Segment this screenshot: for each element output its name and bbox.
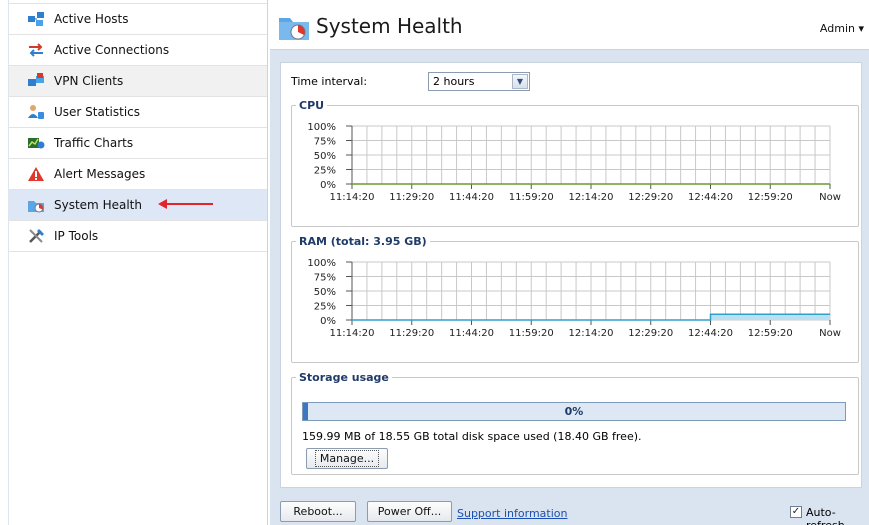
auto-refresh-label: Auto-refresh	[806, 506, 845, 525]
user-statistics-icon	[27, 103, 45, 121]
y-tick-label: 50%	[314, 151, 336, 162]
x-tick-label: 12:29:20	[628, 328, 673, 339]
chevron-down-icon[interactable]: ▼	[512, 74, 528, 89]
sidebar-item-label: System Health	[54, 198, 142, 212]
storage-legend: Storage usage	[299, 371, 389, 384]
sidebar-item-label: Alert Messages	[54, 167, 146, 181]
main-content: System Health Admin ▾ Time interval: 2 h…	[270, 0, 869, 525]
vpn-clients-icon	[27, 72, 45, 90]
y-tick-label: 100%	[307, 122, 336, 133]
sidebar-item-active-hosts[interactable]: Active Hosts	[9, 4, 267, 35]
user-menu[interactable]: Admin ▾	[820, 22, 864, 35]
system-health-icon	[279, 18, 309, 40]
sidebar-item-label: IP Tools	[54, 229, 99, 243]
sidebar-item-system-health[interactable]: System Health	[9, 190, 267, 221]
x-tick-label: 11:44:20	[449, 192, 494, 203]
sidebar-item-label: User Statistics	[54, 105, 141, 119]
traffic-charts-icon	[27, 134, 45, 152]
reboot-button-label: Reboot...	[293, 505, 343, 518]
x-tick-label: 12:14:20	[569, 328, 614, 339]
ram-chart: 100% 75% 50% 25% 0%11:14:20 11:29:20 11:44:20 1…	[307, 258, 841, 339]
annotation-arrow-icon	[158, 199, 213, 209]
x-tick-label: 11:59:20	[509, 328, 554, 339]
page-title: System Health	[316, 14, 463, 38]
sidebar-nav: Active Hosts Active Connections VPN Clie…	[8, 0, 268, 525]
x-tick-label: 11:29:20	[389, 328, 434, 339]
sidebar-item-label: Active Hosts	[54, 12, 129, 26]
time-interval-label: Time interval:	[291, 75, 368, 88]
storage-percent: 0%	[564, 405, 584, 418]
connections-arrows-icon	[27, 41, 45, 59]
ram-group: RAM (total: 3.95 GB) 100% 75% 50% 25% 0% 11:1…	[291, 235, 859, 363]
time-interval-value: 2 hours	[433, 75, 475, 88]
sidebar-item-alert-messages[interactable]: Alert Messages	[9, 159, 267, 190]
y-tick-label: 0%	[320, 316, 336, 327]
sidebar-item-ip-tools[interactable]: IP Tools	[9, 221, 267, 252]
page-header: System Health Admin ▾	[270, 0, 869, 50]
sidebar-item-vpn-clients[interactable]: VPN Clients	[9, 66, 267, 97]
x-tick-label: 11:14:20	[330, 192, 375, 203]
y-tick-label: 25%	[314, 302, 336, 313]
x-tick-label: 11:44:20	[449, 328, 494, 339]
manage-button-label: Manage...	[314, 450, 380, 467]
x-tick-label: 11:59:20	[509, 192, 554, 203]
y-tick-label: 75%	[314, 137, 336, 148]
support-information-link[interactable]: Support information	[457, 507, 567, 520]
y-tick-label: 75%	[314, 273, 336, 284]
alert-warning-icon	[27, 165, 45, 183]
y-tick-label: 100%	[307, 258, 336, 269]
auto-refresh-checkbox[interactable]: ✓	[790, 506, 802, 518]
sidebar-item-active-connections[interactable]: Active Connections	[9, 35, 267, 66]
sidebar-item-label: Active Connections	[54, 43, 170, 57]
ram-area-segment	[710, 314, 771, 320]
page-footer: Reboot... Power Off... Support informati…	[270, 498, 869, 525]
x-tick-label: Now	[819, 192, 841, 203]
x-tick-label: 12:59:20	[748, 192, 793, 203]
x-tick-label: 12:29:20	[628, 192, 673, 203]
x-tick-label: 12:59:20	[748, 328, 793, 339]
x-tick-label: Now	[819, 328, 841, 339]
sidebar-item-traffic-charts[interactable]: Traffic Charts	[9, 128, 267, 159]
sidebar-item-user-statistics[interactable]: User Statistics	[9, 97, 267, 128]
system-health-icon	[27, 196, 45, 214]
y-tick-label: 50%	[314, 287, 336, 298]
x-tick-label: 12:44:20	[688, 192, 733, 203]
storage-group: Storage usage 0% 159.99 MB of 18.55 GB t…	[291, 371, 859, 475]
x-tick-label: 12:14:20	[569, 192, 614, 203]
system-health-panel: Time interval: 2 hours ▼ CPU 100% 75% 50% 2…	[280, 62, 862, 488]
y-tick-label: 0%	[320, 180, 336, 191]
ip-tools-icon	[27, 227, 45, 245]
reboot-button[interactable]: Reboot...	[280, 501, 356, 522]
x-tick-label: 11:14:20	[330, 328, 375, 339]
cpu-legend: CPU	[299, 99, 325, 112]
sidebar-item-label: Traffic Charts	[54, 136, 134, 150]
network-hosts-icon	[27, 10, 45, 28]
manage-button[interactable]: Manage...	[306, 448, 388, 469]
x-tick-label: 11:29:20	[389, 192, 434, 203]
power-off-button[interactable]: Power Off...	[367, 501, 452, 522]
y-tick-label: 25%	[314, 166, 336, 177]
storage-progress-bar: 0%	[302, 402, 846, 421]
time-interval-select[interactable]: 2 hours ▼	[428, 72, 530, 91]
x-tick-label: 12:44:20	[688, 328, 733, 339]
sidebar-item-label: VPN Clients	[54, 74, 124, 88]
cpu-group: CPU 100% 75% 50% 25% 0% 11:14:20 11:29:20 11:44…	[291, 99, 859, 227]
power-off-button-label: Power Off...	[377, 505, 442, 518]
storage-usage-text: 159.99 MB of 18.55 GB total disk space u…	[302, 430, 642, 443]
ram-legend: RAM (total: 3.95 GB)	[299, 235, 427, 248]
cpu-chart: 100% 75% 50% 25% 0%11:14:20 11:29:20 11:44:20 1…	[307, 122, 841, 203]
ram-area-segment	[770, 314, 830, 320]
